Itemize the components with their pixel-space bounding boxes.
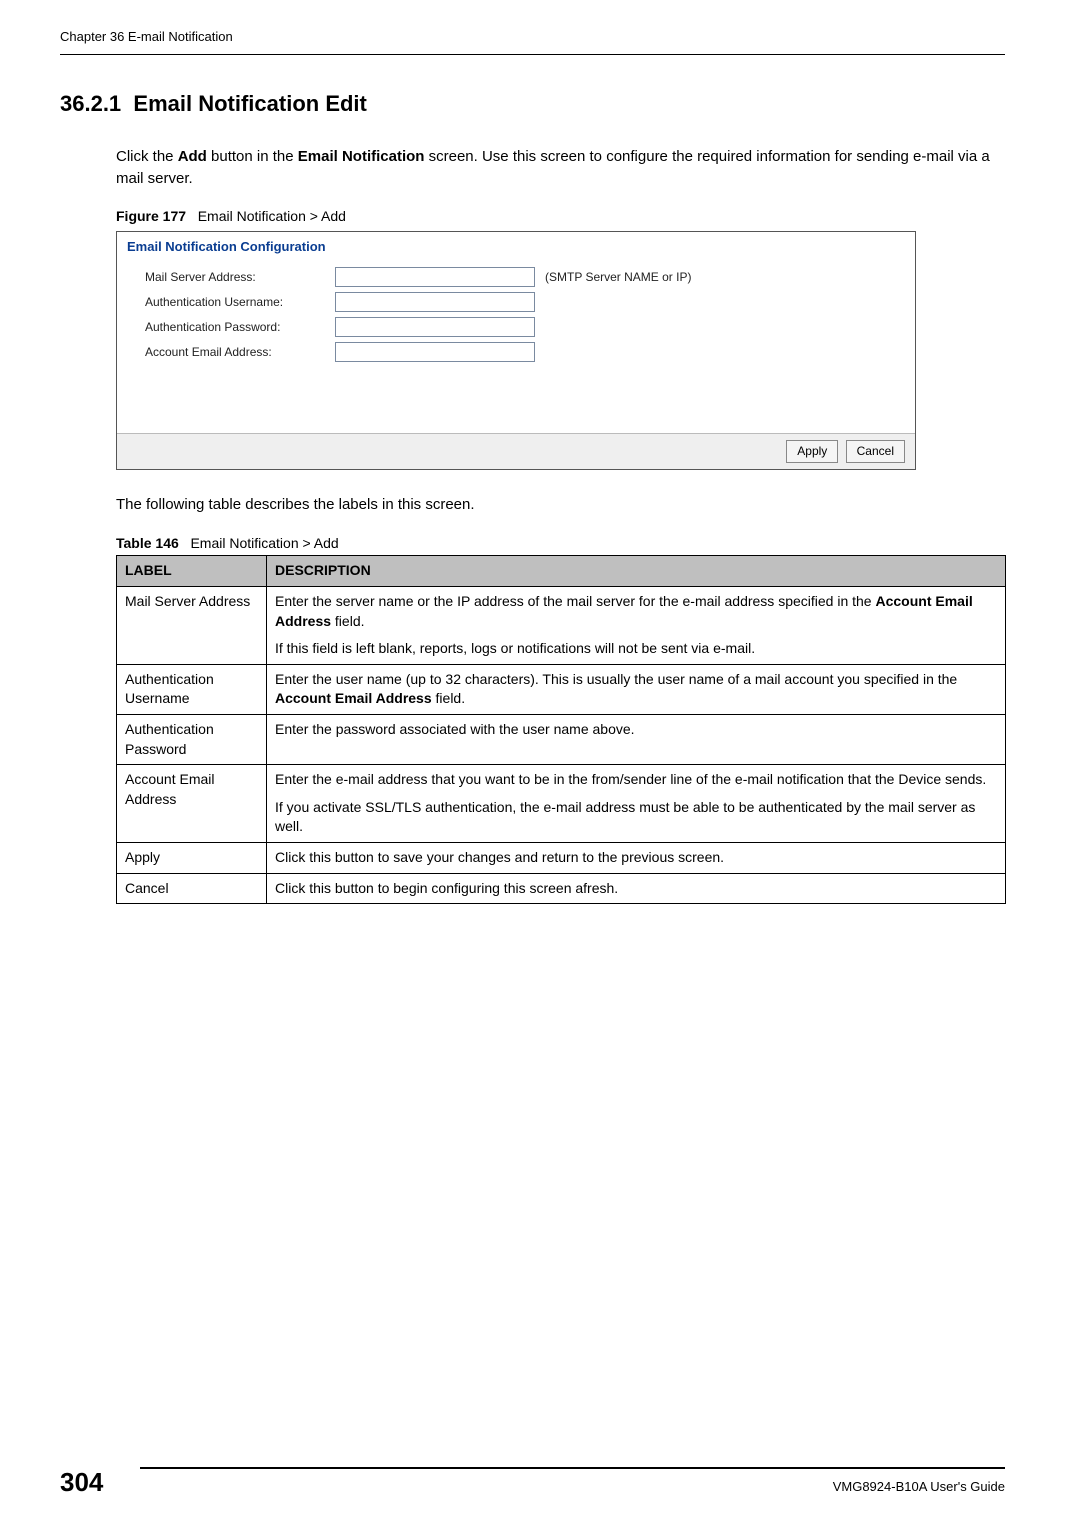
section-title: Email Notification Edit xyxy=(133,91,366,116)
figure-label: Figure 177 xyxy=(116,208,186,224)
screenshot-field-label: Authentication Username: xyxy=(145,294,335,311)
after-figure-paragraph: The following table describes the labels… xyxy=(116,494,1005,516)
table-cell-label: Apply xyxy=(117,842,267,873)
table-cell-description: Enter the user name (up to 32 characters… xyxy=(267,664,1006,714)
screenshot-spacer xyxy=(117,377,915,433)
screenshot-form-row: Authentication Password: xyxy=(145,317,905,337)
screenshot-field-label: Authentication Password: xyxy=(145,319,335,336)
table-cell-label: Authentication Password xyxy=(117,714,267,764)
table-cell-description: Click this button to save your changes a… xyxy=(267,842,1006,873)
intro-paragraph: Click the Add button in the Email Notifi… xyxy=(116,146,1005,190)
guide-name: VMG8924-B10A User's Guide xyxy=(140,1468,1005,1496)
screenshot-text-input[interactable] xyxy=(335,267,535,287)
table-cell-label: Mail Server Address xyxy=(117,587,267,665)
table-header-row: LABEL DESCRIPTION xyxy=(117,556,1006,587)
table-row: Account Email Address Enter the e-mail a… xyxy=(117,765,1006,843)
table-cell-description: Enter the password associated with the u… xyxy=(267,714,1006,764)
table-header-description: DESCRIPTION xyxy=(267,556,1006,587)
table-header-label: LABEL xyxy=(117,556,267,587)
table-row: Apply Click this button to save your cha… xyxy=(117,842,1006,873)
screenshot-container: Email Notification Configuration Mail Se… xyxy=(116,231,916,470)
screenshot-field-label: Account Email Address: xyxy=(145,344,335,361)
table-cell-description: Enter the e-mail address that you want t… xyxy=(267,765,1006,843)
table-label: Table 146 xyxy=(116,535,179,551)
table-row: Authentication Password Enter the passwo… xyxy=(117,714,1006,764)
screenshot-form-row: Account Email Address: xyxy=(145,342,905,362)
table-cell-label: Cancel xyxy=(117,873,267,904)
table-caption: Table 146 Email Notification > Add xyxy=(116,534,1005,554)
apply-button[interactable]: Apply xyxy=(786,440,838,463)
table-row: Mail Server Address Enter the server nam… xyxy=(117,587,1006,665)
running-header: Chapter 36 E-mail Notification xyxy=(60,28,1005,46)
table-cell-description: Click this button to begin configuring t… xyxy=(267,873,1006,904)
table-row: Cancel Click this button to begin config… xyxy=(117,873,1006,904)
table-cell-label: Account Email Address xyxy=(117,765,267,843)
description-table: LABEL DESCRIPTION Mail Server Address En… xyxy=(116,555,1006,904)
screenshot-text-input[interactable] xyxy=(335,292,535,312)
cancel-button[interactable]: Cancel xyxy=(846,440,905,463)
top-rule xyxy=(60,54,1005,55)
table-caption-text: Email Notification > Add xyxy=(190,535,338,551)
screenshot-title: Email Notification Configuration xyxy=(117,232,915,260)
section-number: 36.2.1 xyxy=(60,91,121,116)
figure-caption: Figure 177 Email Notification > Add xyxy=(116,207,1005,227)
table-body: Mail Server Address Enter the server nam… xyxy=(117,587,1006,904)
screenshot-field-label: Mail Server Address: xyxy=(145,269,335,286)
page-number: 304 xyxy=(60,1464,140,1500)
screenshot-form-row: Authentication Username: xyxy=(145,292,905,312)
screenshot-text-input[interactable] xyxy=(335,317,535,337)
screenshot-form: Mail Server Address: (SMTP Server NAME o… xyxy=(117,260,915,377)
screenshot-text-input[interactable] xyxy=(335,342,535,362)
table-cell-label: Authentication Username xyxy=(117,664,267,714)
page-footer: 304 VMG8924-B10A User's Guide xyxy=(0,1467,1065,1500)
section-heading: 36.2.1 Email Notification Edit xyxy=(60,89,1005,120)
screenshot-field-hint: (SMTP Server NAME or IP) xyxy=(545,269,691,286)
screenshot-button-bar: Apply Cancel xyxy=(117,433,915,469)
table-cell-description: Enter the server name or the IP address … xyxy=(267,587,1006,665)
table-row: Authentication Username Enter the user n… xyxy=(117,664,1006,714)
figure-caption-text: Email Notification > Add xyxy=(198,208,346,224)
screenshot-form-row: Mail Server Address: (SMTP Server NAME o… xyxy=(145,267,905,287)
